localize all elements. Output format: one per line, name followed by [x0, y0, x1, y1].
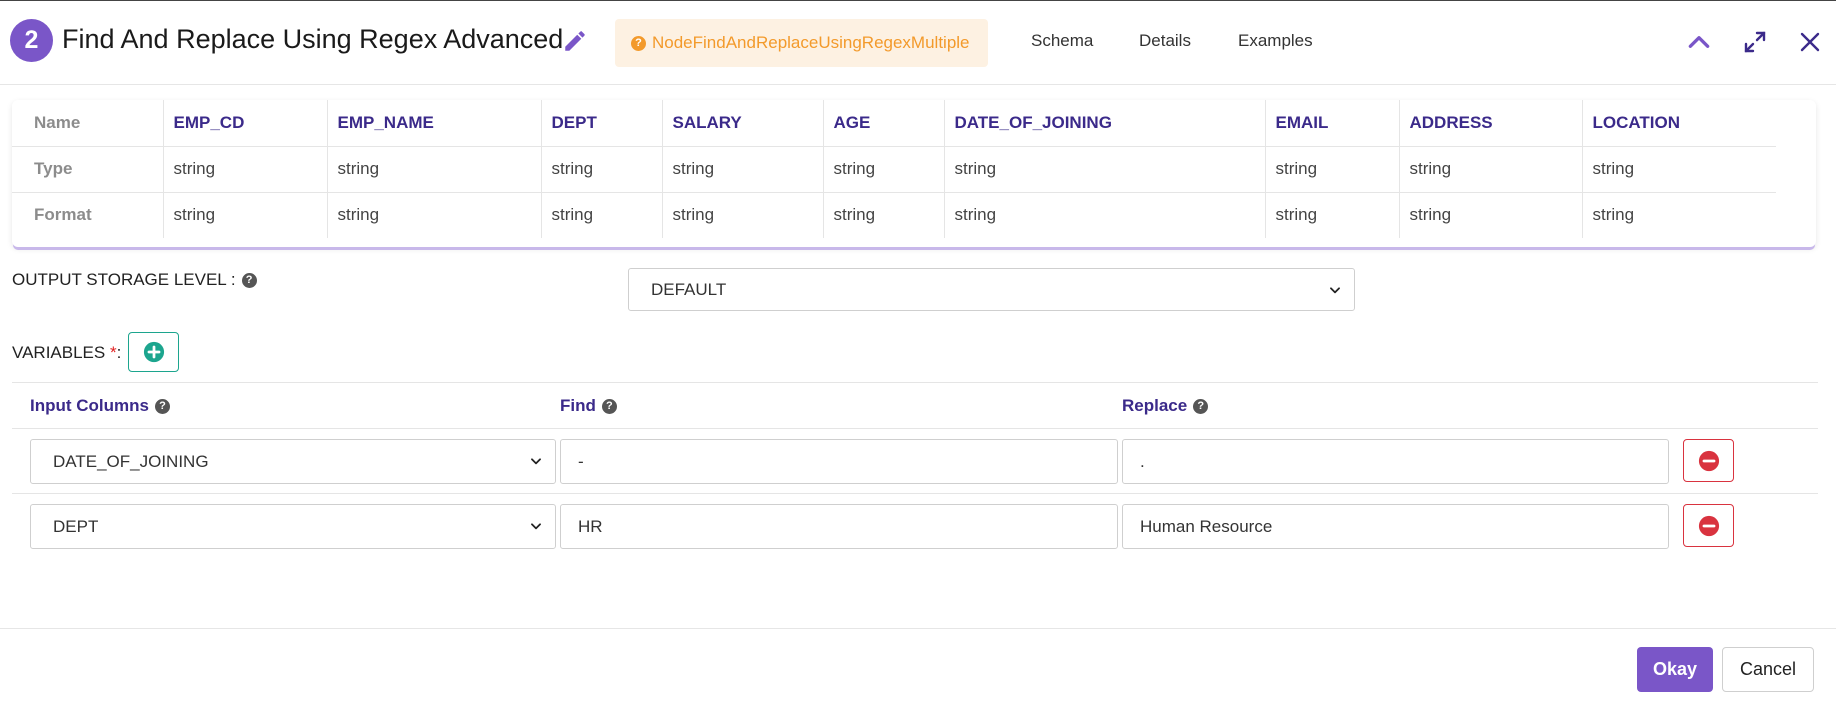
- column-name: LOCATION: [1582, 100, 1776, 147]
- replace-input[interactable]: .: [1122, 439, 1669, 484]
- variables-label-separator: :: [116, 343, 122, 362]
- row-label-name: Name: [12, 100, 164, 147]
- column-name: DATE_OF_JOINING: [944, 100, 1266, 147]
- okay-button[interactable]: Okay: [1637, 647, 1713, 692]
- add-variable-button[interactable]: [128, 332, 179, 372]
- format-cell: string: [1265, 192, 1400, 238]
- step-badge: 2: [10, 19, 53, 62]
- schema-name-row: Name EMP_CD EMP_NAME DEPT SALARY AGE DAT…: [12, 100, 1776, 147]
- format-cell: string: [823, 192, 945, 238]
- column-name: EMP_CD: [163, 100, 328, 147]
- column-name: SALARY: [662, 100, 824, 147]
- variables-label-text: VARIABLES: [12, 343, 106, 362]
- question-circle-icon: ?: [631, 35, 646, 51]
- pencil-icon[interactable]: [562, 28, 588, 54]
- input-column-select[interactable]: DATE_OF_JOINING: [30, 439, 556, 484]
- variables-table-header: Input Columns ? Find ? Replace ?: [12, 382, 1818, 429]
- plus-circle-icon: [143, 341, 164, 363]
- chevron-down-icon: [1330, 287, 1340, 294]
- column-name: ADDRESS: [1399, 100, 1583, 147]
- format-cell: string: [541, 192, 663, 238]
- dialog-header: 2 Find And Replace Using Regex Advanced …: [0, 0, 1836, 85]
- row-label-format: Format: [12, 192, 164, 238]
- input-column-value: DEPT: [53, 516, 99, 536]
- header-input-columns: Input Columns ?: [30, 396, 170, 416]
- storage-level-label: OUTPUT STORAGE LEVEL :: [12, 270, 236, 289]
- variable-row: DATE_OF_JOINING - .: [12, 429, 1818, 494]
- schema-card: Name EMP_CD EMP_NAME DEPT SALARY AGE DAT…: [12, 100, 1816, 247]
- expand-icon[interactable]: [1741, 28, 1769, 56]
- type-cell: string: [823, 146, 945, 193]
- node-type-badge[interactable]: ? NodeFindAndReplaceUsingRegexMultiple: [615, 19, 988, 67]
- remove-variable-button[interactable]: [1683, 439, 1734, 482]
- row-label-type: Type: [12, 146, 164, 193]
- header-find: Find ?: [560, 396, 617, 416]
- replace-input[interactable]: Human Resource: [1122, 504, 1669, 549]
- header-find-label: Find: [560, 396, 596, 415]
- remove-variable-button[interactable]: [1683, 504, 1734, 547]
- type-cell: string: [163, 146, 328, 193]
- header-replace: Replace ?: [1122, 396, 1209, 416]
- question-circle-icon[interactable]: ?: [601, 398, 617, 414]
- chevron-up-icon[interactable]: [1685, 28, 1713, 56]
- tab-details[interactable]: Details: [1139, 31, 1191, 51]
- footer-divider: [0, 628, 1836, 629]
- schema-format-row: Format string string string string strin…: [12, 192, 1776, 238]
- type-cell: string: [1265, 146, 1400, 193]
- find-input[interactable]: -: [560, 439, 1118, 484]
- storage-level-value: DEFAULT: [651, 279, 727, 299]
- column-name: DEPT: [541, 100, 663, 147]
- node-type-label: NodeFindAndReplaceUsingRegexMultiple: [652, 33, 970, 52]
- find-input[interactable]: HR: [560, 504, 1118, 549]
- chevron-down-icon: [531, 523, 541, 530]
- format-cell: string: [163, 192, 328, 238]
- storage-level-label-group: OUTPUT STORAGE LEVEL : ?: [12, 270, 257, 290]
- storage-level-select[interactable]: DEFAULT: [628, 268, 1355, 311]
- minus-circle-icon: [1698, 450, 1719, 471]
- type-cell: string: [541, 146, 663, 193]
- cancel-button[interactable]: Cancel: [1722, 647, 1814, 692]
- type-cell: string: [1582, 146, 1776, 193]
- schema-table: Name EMP_CD EMP_NAME DEPT SALARY AGE DAT…: [12, 100, 1776, 238]
- type-cell: string: [1399, 146, 1583, 193]
- column-name: EMAIL: [1265, 100, 1400, 147]
- format-cell: string: [1399, 192, 1583, 238]
- type-cell: string: [944, 146, 1266, 193]
- input-column-value: DATE_OF_JOINING: [53, 451, 209, 471]
- tab-examples[interactable]: Examples: [1238, 31, 1313, 51]
- format-cell: string: [1592, 205, 1635, 225]
- question-circle-icon[interactable]: ?: [154, 398, 170, 414]
- type-cell: string: [662, 146, 824, 193]
- dialog-title: Find And Replace Using Regex Advanced: [62, 24, 564, 54]
- variable-row: DEPT HR Human Resource: [12, 494, 1818, 559]
- schema-type-row: Type string string string string string …: [12, 146, 1776, 193]
- format-cell: string: [662, 192, 824, 238]
- column-name: EMP_NAME: [327, 100, 542, 147]
- header-input-columns-label: Input Columns: [30, 396, 149, 415]
- question-circle-icon[interactable]: ?: [241, 272, 257, 288]
- type-cell: string: [327, 146, 542, 193]
- question-circle-icon[interactable]: ?: [1193, 398, 1209, 414]
- variables-label: VARIABLES *:: [12, 343, 121, 363]
- chevron-down-icon: [531, 458, 541, 465]
- tab-schema[interactable]: Schema: [1031, 31, 1093, 51]
- header-replace-label: Replace: [1122, 396, 1188, 415]
- input-column-select[interactable]: DEPT: [30, 504, 556, 549]
- column-name: AGE: [823, 100, 945, 147]
- format-cell: string: [944, 192, 1266, 238]
- required-mark: *: [109, 343, 117, 362]
- close-icon[interactable]: [1796, 28, 1824, 56]
- format-cell: string: [327, 192, 542, 238]
- minus-circle-icon: [1698, 515, 1719, 536]
